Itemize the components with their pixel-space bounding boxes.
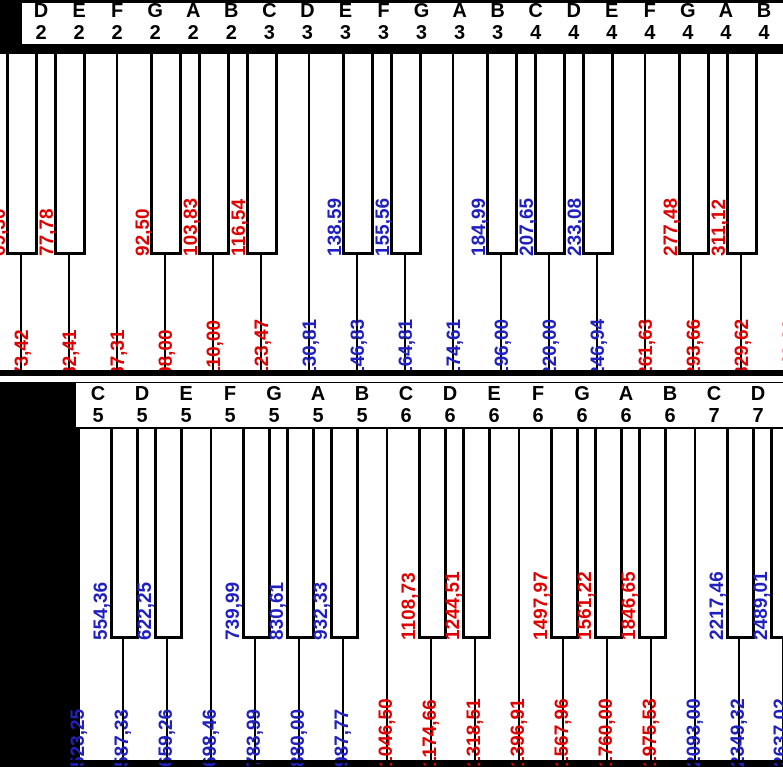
white-key-frequency: 196,00 bbox=[492, 319, 514, 377]
white-key-frequency: 880,00 bbox=[288, 709, 310, 767]
note-label: F4 bbox=[631, 0, 669, 44]
note-label: B6 bbox=[648, 383, 692, 427]
note-label: F2 bbox=[98, 0, 136, 44]
white-key-frequency: 987,77 bbox=[332, 709, 354, 767]
white-key-frequency: 123,47 bbox=[252, 319, 274, 377]
white-key-frequency: 2637,02 bbox=[771, 698, 783, 767]
keyboard-2: 523,25587,33659,26698,46783,99880,00987,… bbox=[76, 425, 783, 763]
white-key-frequency: 1318,51 bbox=[464, 698, 486, 767]
white-key: 329,62 bbox=[742, 54, 783, 373]
note-label: E4 bbox=[593, 0, 631, 44]
white-key-frequency: 523,25 bbox=[68, 709, 90, 767]
white-key-frequency: 1046,50 bbox=[376, 698, 398, 767]
white-key-frequency: 329,62 bbox=[732, 319, 754, 377]
note-label: G2 bbox=[136, 0, 174, 44]
note-label: G6 bbox=[560, 383, 604, 427]
white-key: 87,31 bbox=[118, 54, 166, 373]
note-label: D2 bbox=[22, 0, 60, 44]
note-label: B2 bbox=[212, 0, 250, 44]
note-label: D4 bbox=[555, 0, 593, 44]
note-label: A3 bbox=[441, 0, 479, 44]
white-key-frequency: 1760,00 bbox=[596, 698, 618, 767]
note-label: B4 bbox=[745, 0, 783, 44]
note-label: F6 bbox=[516, 383, 560, 427]
note-label: C7 bbox=[692, 383, 736, 427]
note-label: A4 bbox=[707, 0, 745, 44]
white-key-frequency: 698,46 bbox=[200, 709, 222, 767]
note-label: D5 bbox=[120, 383, 164, 427]
white-key-frequency: 261,63 bbox=[636, 319, 658, 377]
white-keys-row-1: 73,4282,4187,3198,00110,00123,47130,8114… bbox=[0, 54, 783, 373]
white-key-frequency: 110,00 bbox=[204, 320, 226, 377]
white-key-frequency: 1174,66 bbox=[420, 699, 442, 767]
white-key-frequency: 2349,32 bbox=[728, 698, 750, 767]
note-label: E3 bbox=[326, 0, 364, 44]
keyboard-row-2: C5D5E5F5G5A5B5C6D6E6F6G6A6B6C7D7E7 523,2… bbox=[0, 373, 783, 763]
note-label: G3 bbox=[402, 0, 440, 44]
note-label: E5 bbox=[164, 383, 208, 427]
note-label: A5 bbox=[296, 383, 340, 427]
note-label: E2 bbox=[60, 0, 98, 44]
note-labels-row-2: C5D5E5F5G5A5B5C6D6E6F6G6A6B6C7D7E7 bbox=[76, 383, 783, 427]
note-label: B5 bbox=[340, 383, 384, 427]
white-key-frequency: 659,26 bbox=[156, 709, 178, 767]
note-label: F3 bbox=[364, 0, 402, 44]
note-label: C6 bbox=[384, 383, 428, 427]
white-key-frequency: 783,99 bbox=[244, 709, 266, 767]
note-label: A2 bbox=[174, 0, 212, 44]
white-key-frequency: 1396,91 bbox=[508, 698, 530, 767]
white-key-frequency: 164,81 bbox=[396, 319, 418, 377]
white-key-frequency: 130,81 bbox=[300, 319, 322, 377]
white-key-frequency: 1975,53 bbox=[640, 698, 662, 767]
white-key-frequency: 587,33 bbox=[112, 709, 134, 767]
note-label: C5 bbox=[76, 383, 120, 427]
note-label: G5 bbox=[252, 383, 296, 427]
note-label: C4 bbox=[517, 0, 555, 44]
white-key-frequency: 1567,96 bbox=[552, 698, 574, 767]
note-label: E6 bbox=[472, 383, 516, 427]
keyboard-row-1: D2E2F2G2A2B2C3D3E3F3G3A3B3C4D4E4F4G4A4B4… bbox=[0, 0, 783, 373]
note-label: D3 bbox=[288, 0, 326, 44]
keyboard-1: 73,4282,4187,3198,00110,00123,47130,8114… bbox=[0, 50, 783, 373]
white-key-frequency: 174,61 bbox=[444, 319, 466, 377]
white-key-frequency: 293,66 bbox=[684, 319, 706, 377]
white-key-frequency: 2093,00 bbox=[684, 698, 706, 767]
white-key: 73,42 bbox=[22, 54, 70, 373]
note-label: F5 bbox=[208, 383, 252, 427]
note-label: B3 bbox=[479, 0, 517, 44]
white-keys-row-2: 523,25587,33659,26698,46783,99880,00987,… bbox=[80, 429, 783, 763]
white-key-frequency: 246,94 bbox=[588, 319, 610, 377]
note-label: D7 bbox=[736, 383, 780, 427]
note-label: G4 bbox=[669, 0, 707, 44]
note-labels-row-1: D2E2F2G2A2B2C3D3E3F3G3A3B3C4D4E4F4G4A4B4 bbox=[22, 0, 783, 44]
note-label: C3 bbox=[250, 0, 288, 44]
note-label: D6 bbox=[428, 383, 472, 427]
white-key-frequency: 220,00 bbox=[540, 319, 562, 377]
white-key: 82,41 bbox=[70, 54, 118, 373]
white-key-frequency: 146,83 bbox=[348, 319, 370, 377]
note-label: A6 bbox=[604, 383, 648, 427]
white-key bbox=[0, 54, 22, 373]
